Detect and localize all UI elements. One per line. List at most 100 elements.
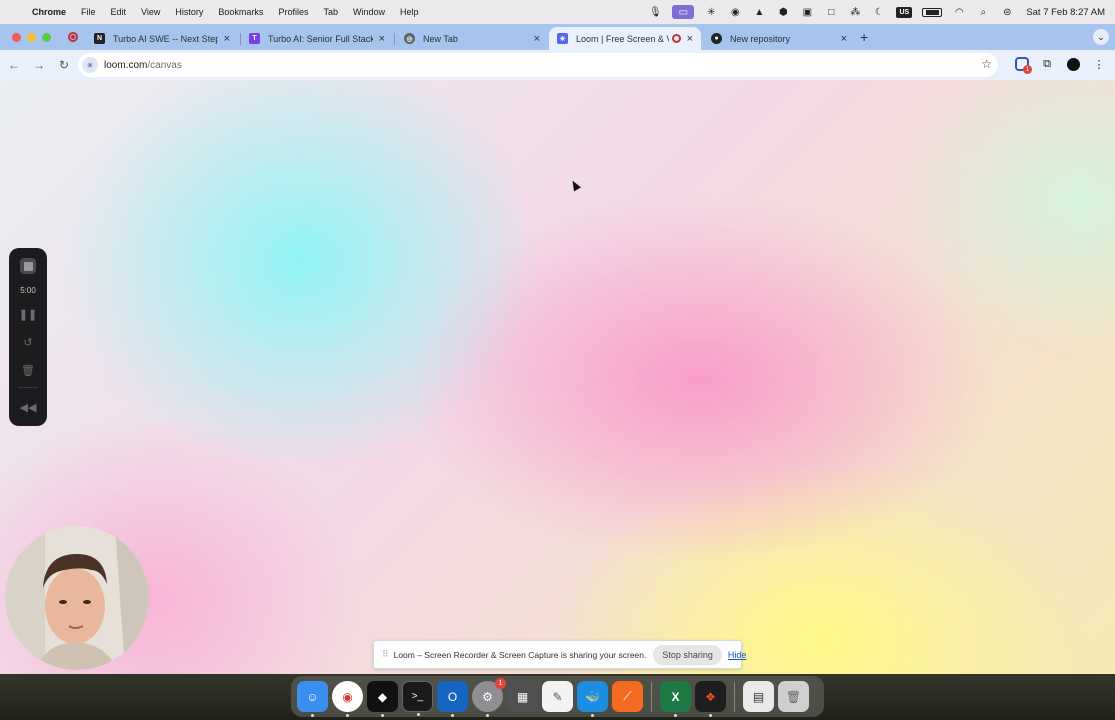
forward-button[interactable]: →	[28, 58, 50, 72]
github-icon: ●	[711, 33, 722, 44]
notification-badge: 1	[495, 678, 506, 689]
paw-app-icon[interactable]: ⟋	[612, 681, 643, 712]
site-info-icon[interactable]: ✳	[82, 57, 98, 73]
trash-icon[interactable]: 🗑	[778, 681, 809, 712]
menu-history[interactable]: History	[175, 7, 203, 17]
browser-toolbar: ← → ↻ ✳ loom.com/canvas ☆ 1 ⧉ ⋮	[0, 50, 1115, 80]
extension-icon[interactable]: 1	[1015, 57, 1032, 74]
outlook-icon[interactable]: O	[437, 681, 468, 717]
tab-title: Turbo AI SWE -- Next Steps	[113, 33, 218, 44]
wifi-icon[interactable]: ◠	[952, 7, 966, 18]
menu-view[interactable]: View	[141, 7, 160, 17]
tab-divider	[394, 33, 395, 45]
menu-edit[interactable]: Edit	[111, 7, 127, 17]
loom-canvas[interactable]	[0, 80, 1115, 674]
tab-loom-active[interactable]: ✳ Loom | Free Screen & Vid ×	[549, 27, 701, 50]
minimize-window-button[interactable]	[27, 33, 36, 42]
tab-close-icon[interactable]: ×	[224, 33, 230, 45]
mouse-cursor-icon	[569, 178, 581, 192]
microphone-icon[interactable]: 🎙	[648, 7, 662, 18]
tab-turbo-senior-full-stack[interactable]: T Turbo AI: Senior Full Stack En ×	[241, 27, 393, 50]
window-icon[interactable]: □	[824, 7, 838, 18]
collapse-icon[interactable]: ◀◀	[19, 398, 37, 416]
notion-icon: N	[94, 33, 105, 44]
tab-close-icon[interactable]: ×	[379, 33, 385, 45]
back-button[interactable]: ←	[3, 58, 25, 72]
reload-button[interactable]: ↻	[53, 58, 75, 72]
url-host: loom.com	[104, 59, 148, 71]
tab-turbo-next-steps[interactable]: N Turbo AI SWE -- Next Steps ×	[86, 27, 238, 50]
system-settings-icon[interactable]: ⚙ 1	[472, 678, 506, 717]
camera-bubble[interactable]	[5, 526, 149, 670]
stop-sharing-button[interactable]: Stop sharing	[653, 644, 722, 665]
menubar-clock[interactable]: Sat 7 Feb 8:27 AM	[1026, 7, 1105, 18]
clipboard-icon[interactable]: ▣	[800, 7, 814, 18]
menu-tab[interactable]: Tab	[323, 7, 338, 17]
spotlight-search-icon[interactable]: ⌕	[976, 7, 990, 18]
cursor-app-icon[interactable]: ◆	[367, 681, 398, 717]
docker-icon[interactable]: 🐳	[577, 681, 608, 717]
menu-app-name[interactable]: Chrome	[32, 7, 66, 17]
chrome-icon[interactable]: ◉	[332, 681, 363, 717]
stop-recording-button[interactable]	[20, 258, 36, 274]
screen-share-icon[interactable]: ▭	[672, 5, 695, 19]
delete-icon[interactable]: 🗑	[19, 361, 37, 379]
tab-title: New Tab	[423, 33, 458, 44]
moon-icon[interactable]: ☾	[872, 7, 886, 18]
profile-avatar[interactable]	[1065, 56, 1081, 72]
tab-title: New repository	[730, 33, 791, 44]
recording-indicator-icon	[68, 32, 78, 42]
pause-icon[interactable]: ❚❚	[19, 305, 37, 323]
excel-icon[interactable]: X	[660, 681, 691, 717]
tab-close-icon[interactable]: ×	[534, 33, 540, 45]
input-source-badge[interactable]: US	[896, 6, 913, 18]
restart-icon[interactable]: ↺	[19, 333, 37, 351]
battery-icon[interactable]	[922, 7, 943, 17]
loom-status-icon[interactable]: ✳	[704, 7, 718, 18]
menu-window[interactable]: Window	[353, 7, 385, 17]
textedit-icon[interactable]: ✎	[542, 681, 573, 712]
calculator-icon[interactable]: ▦	[507, 681, 538, 712]
address-bar[interactable]: ✳ loom.com/canvas ☆	[78, 53, 998, 77]
browser-chrome: N Turbo AI SWE -- Next Steps × T Turbo A…	[0, 24, 1115, 80]
terminal-icon[interactable]: >_	[402, 681, 433, 716]
chrome-icon: ◎	[404, 33, 415, 44]
tab-new-tab[interactable]: ◎ New Tab ×	[396, 27, 548, 50]
bookmark-star-icon[interactable]: ☆	[981, 57, 992, 71]
status-area: 🎙 ▭ ✳ ◉ ▲ ⬢ ▣ □ ⁂ ☾ US ◠ ⌕ ⊜ Sat 7 Feb 8…	[648, 5, 1105, 19]
extension-badge: 1	[1023, 65, 1032, 74]
window-controls	[12, 33, 51, 42]
new-tab-button[interactable]: +	[860, 29, 868, 45]
dock-divider	[651, 681, 652, 712]
menu-file[interactable]: File	[81, 7, 96, 17]
close-window-button[interactable]	[12, 33, 21, 42]
hexagon-icon[interactable]: ⬢	[776, 7, 790, 18]
zoom-window-button[interactable]	[42, 33, 51, 42]
menu-bookmarks[interactable]: Bookmarks	[218, 7, 263, 17]
control-center-icon[interactable]: ⊜	[1000, 7, 1014, 18]
recording-timer: 5:00	[20, 286, 36, 295]
tab-recording-icon	[671, 34, 681, 43]
menu-profiles[interactable]: Profiles	[278, 7, 308, 17]
tab-title: Turbo AI: Senior Full Stack En	[268, 33, 373, 44]
extensions-puzzle-icon[interactable]: ⧉	[1039, 56, 1055, 72]
menu-help[interactable]: Help	[400, 7, 419, 17]
turbo-ai-icon: T	[249, 33, 260, 44]
drag-handle-icon[interactable]: ⠿	[382, 649, 389, 660]
tab-close-icon[interactable]: ×	[687, 33, 693, 45]
tab-close-icon[interactable]: ×	[841, 33, 847, 45]
hide-sharing-bar-button[interactable]: Hide	[728, 650, 747, 660]
tab-search-button[interactable]: ⌄	[1093, 29, 1109, 45]
camera-status-icon[interactable]: ◉	[728, 7, 742, 18]
finder-icon[interactable]: ☺	[297, 681, 328, 717]
more-menu-icon[interactable]: ⋮	[1091, 56, 1107, 72]
dock: ☺ ◉ ◆ >_ O ⚙ 1 ▦ ✎ 🐳 ⟋ X ❖ ▤ 🗑	[291, 676, 824, 717]
sharing-message: Loom – Screen Recorder & Screen Capture …	[393, 649, 647, 660]
grid-icon[interactable]: ⁂	[848, 7, 862, 18]
hat-icon[interactable]: ▲	[752, 7, 766, 18]
tab-new-repository[interactable]: ● New repository ×	[703, 27, 855, 50]
figma-icon[interactable]: ❖	[695, 681, 726, 717]
preview-icon[interactable]: ▤	[743, 681, 774, 712]
toolbar-extensions: 1 ⧉ ⋮	[1015, 56, 1107, 74]
dock-divider	[734, 681, 735, 712]
